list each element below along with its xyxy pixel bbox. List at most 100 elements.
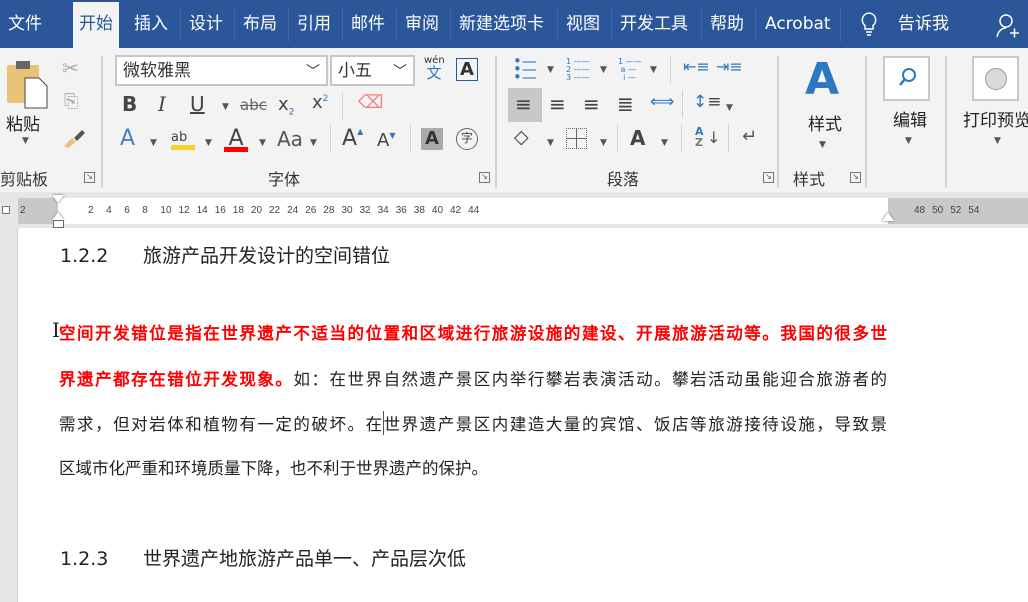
styles-button[interactable]: 样式 [808,110,842,135]
justify-icon[interactable]: ≣ [617,94,634,114]
numbering-icon[interactable]: 1 —— 2 —— 3 —— [566,58,590,82]
chevron-down-icon[interactable]: ﹀ [306,60,320,84]
first-line-indent-marker[interactable] [52,195,64,203]
font-size-value: 小五 [338,61,372,81]
asian-layout-icon[interactable]: A [630,128,645,148]
tab-home[interactable]: 开始 [73,2,119,48]
font-color-dropdown[interactable]: ▼ [259,138,266,148]
chevron-down-icon[interactable]: ﹀ [393,60,407,84]
format-painter-icon[interactable] [60,126,86,148]
body-text: 区域市化严重和环境质量下降，也不利于世界遗产的保护。 [59,459,488,478]
sort-icon[interactable]: AZ [695,126,704,148]
tab-references[interactable]: 引用 [297,0,331,48]
numbering-dropdown[interactable]: ▼ [600,65,607,75]
tab-selector[interactable] [2,206,10,214]
copy-icon[interactable]: ⎘ [64,93,78,111]
print-preview-button[interactable]: 打印预览 [963,106,1028,131]
align-center-icon[interactable]: ≡ [549,94,566,114]
font-launcher[interactable]: ↘ [479,172,490,183]
character-shading-icon[interactable]: A [421,128,443,150]
enclose-characters-icon[interactable]: 字 [456,128,478,150]
font-name-combo[interactable]: 微软雅黑 ﹀ [115,55,328,86]
print-preview-dropdown[interactable]: ▼ [994,136,1001,146]
tab-acrobat[interactable]: Acrobat [765,0,831,48]
hanging-indent-marker[interactable] [52,212,64,220]
ruler-tick: 18 [232,205,244,216]
tab-review[interactable]: 审阅 [405,0,439,48]
lightbulb-icon[interactable] [860,12,878,36]
bold-icon[interactable]: B [122,94,137,114]
subscript-icon[interactable]: x2 [278,96,294,118]
phonetic-guide-button[interactable]: wén 文 [424,55,445,82]
paragraph-launcher[interactable]: ↘ [763,172,774,183]
borders-dropdown[interactable]: ▼ [600,138,607,148]
ruler-tick: 36 [395,205,407,216]
paste-icon[interactable] [6,60,48,110]
share-person-icon[interactable] [996,13,1020,39]
underline-icon[interactable]: U [190,94,205,114]
ruler-tick: 14 [196,205,208,216]
highlight-icon[interactable]: ab [171,126,195,150]
tab-help[interactable]: 帮助 [710,0,744,48]
print-preview-button-box[interactable] [972,56,1019,101]
font-size-combo[interactable]: 小五 ﹀ [330,55,415,86]
show-marks-icon[interactable]: ↵ [742,128,757,146]
underline-dropdown[interactable]: ▼ [222,102,229,112]
left-indent-marker[interactable] [53,220,64,228]
paste-label[interactable]: 粘贴 [6,110,40,135]
heading-text: 旅游产品开发设计的空间错位 [143,245,391,267]
shrink-font-icon[interactable]: A▼ [377,132,395,150]
paste-dropdown[interactable]: ▼ [22,136,29,146]
tab-design[interactable]: 设计 [189,0,223,48]
align-left-icon[interactable]: ≡ [515,94,532,114]
print-preview-icon [985,68,1007,90]
italic-icon[interactable]: I [158,94,166,114]
align-right-icon[interactable]: ≡ [583,94,600,114]
ruler-tick: 40 [431,205,444,216]
vertical-ruler[interactable] [0,228,18,602]
change-case-dropdown[interactable]: ▼ [310,138,317,148]
shading-icon[interactable]: ◇ [514,128,529,147]
tab-layout[interactable]: 布局 [243,0,277,48]
cut-icon[interactable]: ✂ [62,58,79,78]
increase-indent-icon[interactable]: ⇥≡ [716,59,743,75]
shading-dropdown[interactable]: ▼ [547,138,554,148]
editing-button[interactable]: 编辑 [893,106,927,131]
tab-new-tab[interactable]: 新建选项卡 [459,0,544,48]
multilevel-dropdown[interactable]: ▼ [650,65,657,75]
line-spacing-icon[interactable]: ↕≡ [693,94,722,111]
clipboard-launcher[interactable]: ↘ [84,172,95,183]
tab-mailings[interactable]: 邮件 [351,0,385,48]
styles-launcher[interactable]: ↘ [850,172,861,183]
superscript-icon[interactable]: x2 [312,94,328,112]
grow-font-icon[interactable]: A▲ [342,128,363,150]
editing-button-box[interactable] [883,56,930,101]
text-effects-dropdown[interactable]: ▼ [150,138,157,148]
clear-formatting-icon[interactable]: ⌫ [358,94,383,112]
text-effects-icon[interactable]: A [120,128,135,150]
line-spacing-dropdown[interactable]: ▼ [726,103,733,113]
distributed-icon[interactable]: ⟺ [650,94,674,111]
tab-view[interactable]: 视图 [566,0,600,48]
bullets-icon[interactable]: •— •— •— [513,54,537,85]
borders-icon[interactable] [566,128,587,149]
asian-layout-dropdown[interactable]: ▼ [661,138,668,148]
editing-dropdown[interactable]: ▼ [905,136,912,146]
tell-me-button[interactable]: 告诉我 [898,0,949,48]
tab-insert[interactable]: 插入 [134,0,168,48]
font-color-icon[interactable]: A [224,126,248,152]
tab-developer[interactable]: 开发工具 [620,0,688,48]
character-border-icon[interactable]: A [456,58,478,81]
styles-icon[interactable]: A [805,58,839,102]
bullets-dropdown[interactable]: ▼ [547,65,554,75]
change-case-icon[interactable]: Aa [277,129,303,149]
multilevel-list-icon[interactable]: 1 —— a — i — [618,58,642,82]
styles-dropdown[interactable]: ▼ [819,140,826,150]
right-indent-marker[interactable] [882,212,894,221]
decrease-indent-icon[interactable]: ⇤≡ [683,59,710,75]
phonetic-char: 文 [426,64,442,82]
tab-file[interactable]: 文件 [8,0,42,48]
highlight-dropdown[interactable]: ▼ [205,138,212,148]
heading-1-2-3: 1.2.3 世界遗产地旅游产品单一、产品层次低 [60,544,466,571]
strikethrough-icon[interactable]: abc [240,98,267,113]
